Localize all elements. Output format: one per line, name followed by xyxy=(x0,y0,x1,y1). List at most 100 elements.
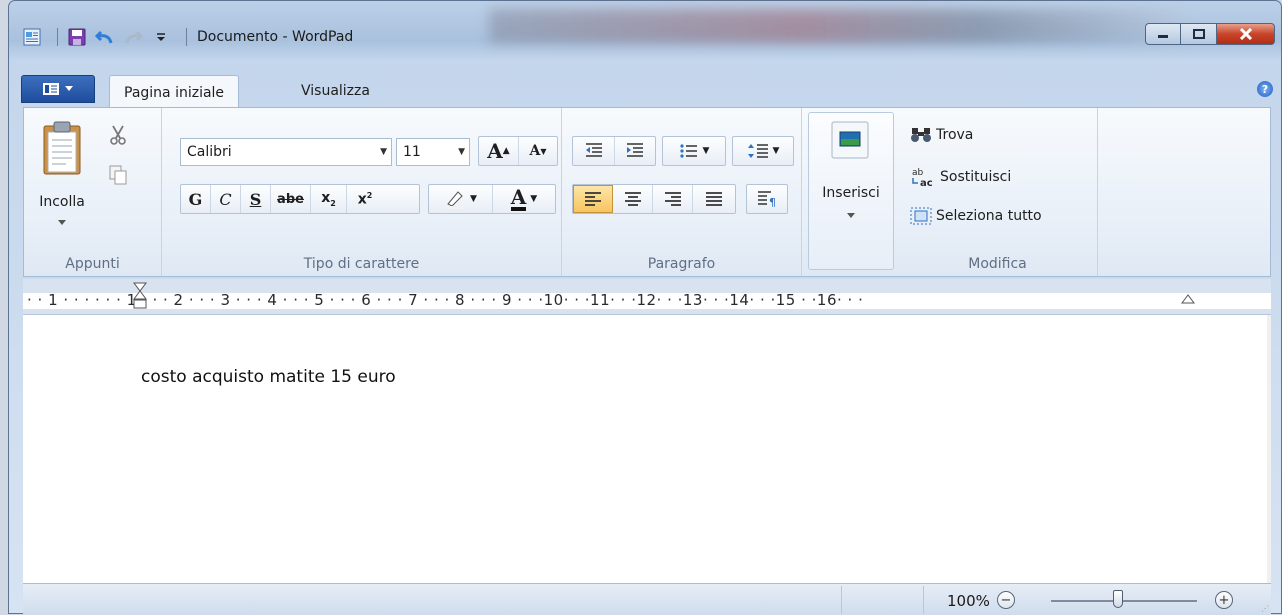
increase-indent-icon xyxy=(627,143,643,157)
align-right-button[interactable] xyxy=(653,185,693,213)
align-left-button[interactable] xyxy=(573,185,613,213)
increase-indent-button[interactable] xyxy=(615,137,655,165)
color-buttons: ▼ A ▼ xyxy=(428,184,556,214)
decrease-indent-icon xyxy=(585,143,602,157)
highlight-color-button[interactable]: ▼ xyxy=(429,185,493,213)
cut-button[interactable] xyxy=(108,124,132,148)
undo-icon[interactable] xyxy=(94,27,116,47)
redo-icon[interactable] xyxy=(122,27,144,47)
underline-button[interactable]: S xyxy=(241,185,271,213)
document-area[interactable]: costo acquisto matite 15 euro xyxy=(23,315,1271,583)
select-all-button[interactable]: Seleziona tutto xyxy=(910,206,1042,226)
paste-label: Incolla xyxy=(39,194,85,210)
replace-label: Sostituisci xyxy=(940,169,1012,185)
superscript-button[interactable]: x2 xyxy=(347,185,383,213)
tab-home[interactable]: Pagina iniziale xyxy=(109,75,240,109)
indent-buttons xyxy=(572,136,656,166)
tab-view[interactable]: Visualizza xyxy=(287,75,384,107)
chevron-down-icon: ▼ xyxy=(772,146,780,156)
insert-button[interactable]: Inserisci xyxy=(808,112,894,270)
find-button[interactable]: Trova xyxy=(910,126,973,144)
minus-icon: − xyxy=(1000,592,1012,608)
document-text[interactable]: costo acquisto matite 15 euro xyxy=(141,367,396,387)
line-spacing-button[interactable]: ▼ xyxy=(732,136,794,166)
picture-icon xyxy=(831,121,869,159)
resize-grip-icon[interactable]: ⋰ xyxy=(1261,604,1269,613)
paragraph-cell[interactable]: ¶ xyxy=(747,185,787,213)
superscript-icon: x2 xyxy=(357,190,373,208)
list-button[interactable]: ▼ xyxy=(662,136,726,166)
paragraph-icon: ¶ xyxy=(758,191,776,208)
status-separator xyxy=(841,586,842,614)
align-center-icon xyxy=(624,192,641,206)
plus-icon: + xyxy=(1218,592,1230,608)
grow-font-glyph: A xyxy=(487,139,503,163)
window-title: Documento - WordPad xyxy=(197,29,354,45)
wordpad-menu-button[interactable] xyxy=(21,75,95,103)
font-family-select[interactable]: Calibri ▼ xyxy=(180,138,392,166)
chevron-down-icon: ▼ xyxy=(380,147,387,157)
quick-access-toolbar: Documento - WordPad xyxy=(21,25,353,49)
font-family-value: Calibri xyxy=(187,144,232,160)
text-color-button[interactable]: A ▼ xyxy=(493,185,555,213)
minimize-icon xyxy=(1158,35,1168,38)
svg-text:ab: ab xyxy=(912,168,924,178)
svg-text:ac: ac xyxy=(920,178,933,188)
select-all-icon xyxy=(910,207,932,225)
line-spacing-cell[interactable]: ▼ xyxy=(733,137,793,165)
alignment-buttons xyxy=(572,184,736,214)
scissors-icon xyxy=(110,125,126,145)
title-bar: Documento - WordPad xyxy=(9,1,1281,57)
replace-icon: abac xyxy=(912,168,933,188)
subscript-icon: x2 xyxy=(321,190,336,208)
wordpad-app-icon[interactable] xyxy=(21,27,43,47)
customize-qat-icon[interactable] xyxy=(150,27,172,47)
help-icon[interactable]: ? xyxy=(1257,81,1273,97)
strikethrough-button[interactable]: abe xyxy=(271,185,311,213)
close-button[interactable] xyxy=(1217,23,1275,45)
font-size-buttons: A ▲ A ▼ xyxy=(478,136,558,166)
justify-button[interactable] xyxy=(693,185,735,213)
ribbon-home: Incolla Appunti Calibri ▼ 11 ▼ A ▲ A ▼ G… xyxy=(23,107,1271,277)
subscript-button[interactable]: x2 xyxy=(311,185,347,213)
zoom-level: 100% xyxy=(947,592,990,610)
zoom-out-button[interactable]: − xyxy=(997,591,1015,609)
paste-button[interactable]: Incolla xyxy=(30,116,94,242)
align-center-button[interactable] xyxy=(613,185,653,213)
italic-button[interactable]: C xyxy=(211,185,241,213)
ruler-ticks: · · 1 · · · · · · 1 · · · 2 · · · 3 · · … xyxy=(27,291,864,309)
zoom-slider-track[interactable] xyxy=(1051,600,1197,602)
chevron-down-icon: ▼ xyxy=(470,194,477,204)
group-label-font: Tipo di carattere xyxy=(303,256,420,272)
paragraph-settings-button[interactable]: ¶ xyxy=(746,184,788,214)
group-font: Calibri ▼ 11 ▼ A ▲ A ▼ G C S abe x2 x2 ▼… xyxy=(162,108,562,276)
decrease-indent-button[interactable] xyxy=(573,137,615,165)
separator xyxy=(57,28,58,46)
shrink-font-button[interactable]: A ▼ xyxy=(519,137,557,165)
zoom-in-button[interactable]: + xyxy=(1215,591,1233,609)
right-indent-marker-icon[interactable] xyxy=(1181,293,1195,309)
bullet-list-button[interactable]: ▼ xyxy=(663,137,725,165)
vertical-scrollbar[interactable] xyxy=(1267,315,1271,583)
bold-button[interactable]: G xyxy=(181,185,211,213)
chevron-down-icon xyxy=(847,213,855,218)
grow-font-button[interactable]: A ▲ xyxy=(479,137,519,165)
maximize-button[interactable] xyxy=(1181,23,1217,45)
ruler[interactable]: · · 1 · · · · · · 1 · · · 2 · · · 3 · · … xyxy=(23,279,1271,315)
chevron-down-icon: ▼ xyxy=(530,194,538,204)
zoom-slider-thumb[interactable] xyxy=(1113,590,1123,608)
minimize-button[interactable] xyxy=(1145,23,1181,45)
insert-label: Inserisci xyxy=(822,185,880,201)
group-editing: Trova ab ac Sostituisci Seleziona tutto M… xyxy=(898,108,1098,276)
svg-text:¶: ¶ xyxy=(769,196,776,208)
font-size-select[interactable]: 11 ▼ xyxy=(396,138,470,166)
save-icon[interactable] xyxy=(66,27,88,47)
paste-icon xyxy=(43,121,81,175)
group-paragraph: ▼ ▼ ¶ Paragrafo xyxy=(562,108,802,276)
left-indent-marker-icon[interactable] xyxy=(133,279,147,315)
chevron-down-icon: ▼ xyxy=(458,147,465,157)
replace-button[interactable]: ab ac Sostituisci xyxy=(910,166,1011,188)
ribbon-tabs: Pagina iniziale Visualizza ? xyxy=(17,73,1273,109)
line-spacing-icon xyxy=(747,144,768,158)
copy-button[interactable] xyxy=(108,164,132,188)
